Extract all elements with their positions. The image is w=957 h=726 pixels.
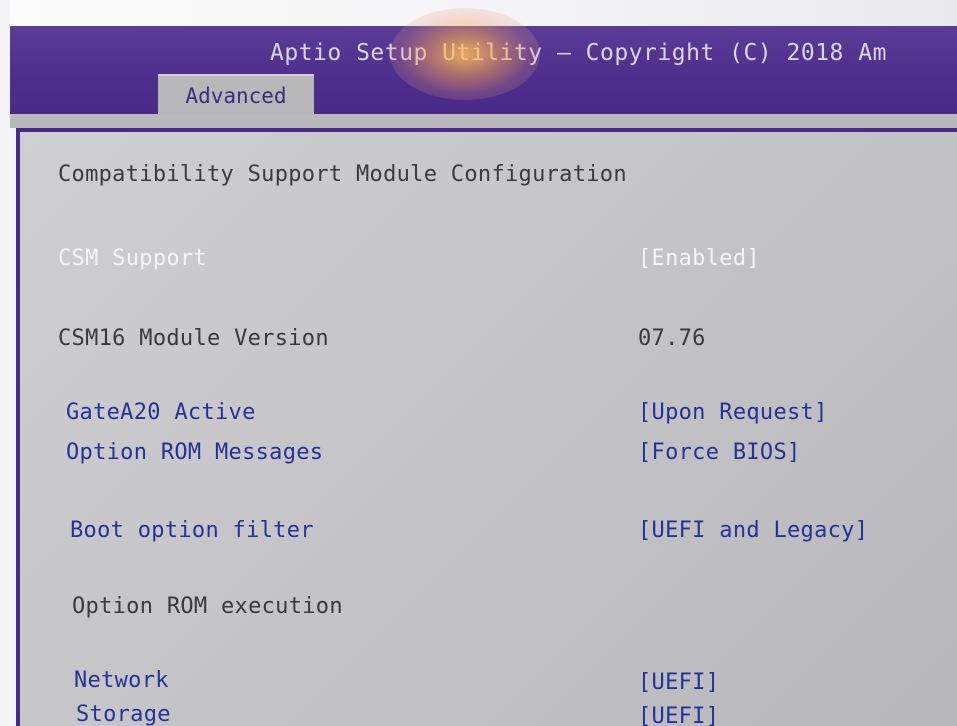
network-label[interactable]: Network	[74, 668, 169, 693]
storage-label[interactable]: Storage	[76, 702, 171, 726]
title-bar: Aptio Setup Utility – Copyright (C) 2018…	[10, 26, 957, 114]
csm-support-label[interactable]: CSM Support	[58, 246, 207, 271]
option-rom-execution-heading: Option ROM execution	[72, 594, 343, 619]
gatea20-label[interactable]: GateA20 Active	[66, 400, 256, 425]
gatea20-value[interactable]: [Upon Request]	[638, 400, 828, 425]
storage-value[interactable]: [UEFI]	[638, 704, 719, 726]
monitor-bezel-top	[0, 0, 957, 26]
option-rom-messages-label[interactable]: Option ROM Messages	[66, 440, 323, 465]
monitor-bezel-left	[0, 0, 10, 726]
csm-support-value[interactable]: [Enabled]	[638, 246, 760, 271]
tab-band	[10, 114, 957, 128]
tab-advanced[interactable]: Advanced	[158, 74, 314, 114]
app-title: Aptio Setup Utility – Copyright (C) 2018…	[270, 40, 887, 66]
csm16-version-value: 07.76	[638, 326, 706, 351]
boot-option-filter-value[interactable]: [UEFI and Legacy]	[638, 518, 868, 543]
csm16-version-label: CSM16 Module Version	[58, 326, 329, 351]
option-rom-messages-value[interactable]: [Force BIOS]	[638, 440, 801, 465]
bios-screen: Aptio Setup Utility – Copyright (C) 2018…	[0, 0, 957, 726]
settings-panel: Compatibility Support Module Configurati…	[16, 128, 957, 726]
boot-option-filter-label[interactable]: Boot option filter	[70, 518, 314, 543]
page-heading: Compatibility Support Module Configurati…	[58, 162, 627, 187]
network-value[interactable]: [UEFI]	[638, 670, 719, 695]
